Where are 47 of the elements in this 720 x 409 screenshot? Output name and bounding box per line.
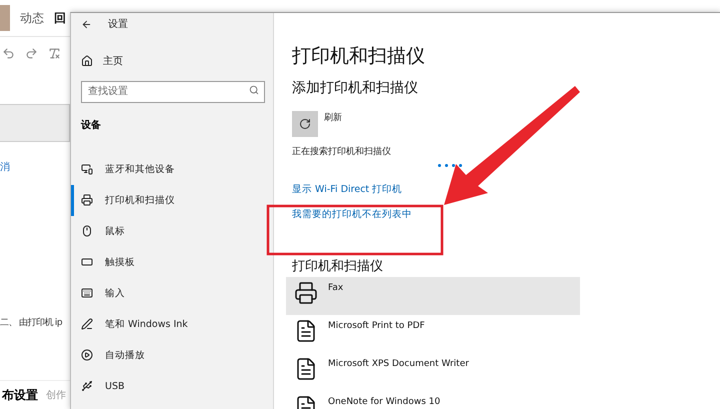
page-tab[interactable]: 动态 (20, 10, 44, 26)
publish-settings-title: 布设置 (2, 386, 38, 404)
usb-icon (81, 380, 93, 392)
refresh-button[interactable] (292, 111, 318, 137)
printer-item[interactable]: Fax (286, 277, 580, 315)
clear-format-icon[interactable] (48, 47, 61, 60)
refresh-icon (299, 118, 311, 130)
nav-item[interactable]: USB (71, 370, 273, 402)
page-tab[interactable]: 回 (54, 10, 66, 26)
printer-item[interactable]: OneNote for Windows 10 (286, 391, 580, 409)
devices-icon (81, 163, 93, 175)
redo-icon[interactable] (25, 47, 38, 60)
refresh-label: 刷新 (324, 112, 342, 125)
printer-icon (294, 281, 318, 305)
home-item[interactable]: 主页 (71, 47, 273, 75)
body-text: 二、 由打印机 ip (0, 316, 62, 329)
section-heading: 打印机和扫描仪 (292, 258, 384, 275)
section-heading: 设备 (80, 118, 102, 132)
touchpad-icon (81, 256, 93, 268)
printer-item[interactable]: Microsoft Print to PDF (286, 315, 580, 353)
search-icon (249, 85, 259, 95)
section-heading: 添加打印机和扫描仪 (292, 79, 419, 97)
home-icon (81, 55, 93, 67)
page-title: 打印机和扫描仪 (292, 44, 426, 69)
pen-icon (81, 318, 93, 330)
nav-item[interactable]: 蓝牙和其他设备 (71, 154, 273, 184)
nav-item[interactable]: 打印机和扫描仪 (71, 184, 273, 216)
undo-icon[interactable] (2, 47, 15, 60)
printer-item[interactable]: Microsoft XPS Document Writer (286, 353, 580, 391)
keyboard-icon (81, 287, 93, 299)
play-circle-icon (81, 349, 93, 361)
search-field[interactable]: 查找设置 (81, 80, 265, 102)
nav-item[interactable]: 鼠标 (71, 216, 273, 246)
link[interactable]: 我需要的打印机不在列表中 (292, 208, 720, 221)
nav-item[interactable]: 自动播放 (71, 340, 273, 370)
link-text[interactable]: 消 (0, 160, 70, 174)
footer-text: 创作 (46, 389, 66, 402)
mouse-icon (81, 225, 93, 237)
status-text: 正在搜索打印机和扫描仪 (292, 146, 392, 158)
avatar-thumbnail (0, 5, 10, 31)
link[interactable]: 显示 Wi-Fi Direct 打印机 (292, 183, 720, 196)
nav-item[interactable]: 触摸板 (71, 246, 273, 278)
nav-item[interactable]: 输入 (71, 278, 273, 308)
back-icon[interactable] (81, 18, 92, 30)
window-title: 设置 (108, 18, 128, 31)
printer-icon (81, 194, 93, 206)
nav-item[interactable]: 笔和 Windows Ink (71, 308, 273, 340)
